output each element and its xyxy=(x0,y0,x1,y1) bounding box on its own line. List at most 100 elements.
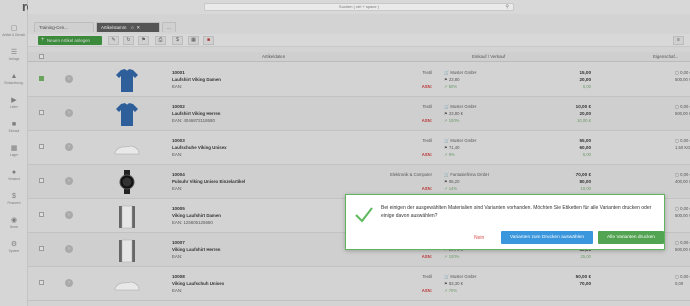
row-checkbox[interactable] xyxy=(39,110,44,115)
header-articles: Artikeldaten xyxy=(262,54,286,59)
table-row[interactable]: › 10008 Viking Laufschuh Unisex EAN: Textil A… xyxy=(28,267,690,301)
row-checkbox[interactable] xyxy=(39,178,44,183)
dialog-message: Bei einigen der ausgewählten Materialien… xyxy=(381,205,652,219)
article-name[interactable]: Viking Laufshirt Herren xyxy=(172,247,220,252)
price-value-2: 80,00 xyxy=(579,179,592,184)
expand-icon[interactable]: › xyxy=(65,211,73,219)
article-name[interactable]: Viking Laufschuh Unisex xyxy=(172,281,224,286)
tag-icon: ⚑ xyxy=(444,77,448,82)
sidebar-item[interactable]: ▶ Liefer xyxy=(2,96,26,114)
sidebar-item[interactable]: ▦ Lager xyxy=(2,144,26,162)
price-value-3: 25,00 xyxy=(580,254,591,259)
sidebar-item[interactable]: ● Versand xyxy=(2,168,26,186)
row-checkbox[interactable] xyxy=(39,212,44,217)
cart-icon: 🛒 xyxy=(444,172,450,177)
margin-value: 100% xyxy=(448,118,460,123)
close-icon[interactable]: ✕ xyxy=(136,25,140,30)
expand-icon[interactable]: › xyxy=(65,143,73,151)
expand-icon[interactable]: › xyxy=(65,245,73,253)
row-checkbox[interactable] xyxy=(39,280,44,285)
article-ean: EAN: xyxy=(172,186,183,191)
header-purchase-sale: Einkauf / Verkauf xyxy=(472,54,506,59)
price-value-2: 70,00 xyxy=(579,281,592,286)
supplier: 🛒 Muster GmbH xyxy=(444,274,476,280)
tab-more[interactable]: ... xyxy=(162,22,176,32)
trend-icon: ↗ xyxy=(444,118,448,123)
new-article-label: Neuen Artikel anlegen xyxy=(47,38,90,43)
article-name[interactable]: Viking Laufshirt Damen xyxy=(172,213,221,218)
expand-icon[interactable]: › xyxy=(65,109,73,117)
tag-icon: ⚑ xyxy=(444,281,448,286)
edit-icon: ✎ xyxy=(111,37,116,43)
sidebar-item[interactable]: $ Finanzen xyxy=(2,192,26,210)
row-checkbox[interactable] xyxy=(39,76,44,81)
new-article-button[interactable]: + Neuen Artikel anlegen xyxy=(38,36,102,45)
article-name[interactable]: Laufshirt Viking Herren xyxy=(172,111,220,116)
article-category: Textil xyxy=(422,70,432,75)
expand-icon[interactable]: › xyxy=(65,279,73,287)
refresh-button[interactable]: ↻ xyxy=(123,36,134,45)
label-button[interactable]: ⚑ xyxy=(138,36,149,45)
star-icon[interactable]: ☆ xyxy=(130,25,134,30)
price-button[interactable]: $ xyxy=(172,36,183,45)
top-bar: Suchen ( ctrl + space ) ⚲ xyxy=(28,0,690,14)
sidebar-item-label: Vorlage xyxy=(8,57,20,61)
trend-icon: ↗ xyxy=(444,84,448,89)
table-row[interactable]: › 10001 Laufshirt Viking Damen EAN: Textil AS… xyxy=(28,63,690,97)
supplier-name: Fantasiefirma GmbH xyxy=(450,172,490,177)
price-value-1: 10,00 € xyxy=(575,104,591,109)
edit-button[interactable]: ✎ xyxy=(108,36,119,45)
select-variants-button[interactable]: Varianten zum Drucken auswählen xyxy=(501,231,593,244)
article-category: Elektronik & Computer xyxy=(390,172,432,177)
margin: ↗ 50% xyxy=(444,84,457,89)
barcode-button[interactable]: ▦ xyxy=(188,36,199,45)
article-number: 10005 xyxy=(172,206,185,211)
dimension-value: 0,00 cm xyxy=(680,138,690,143)
print-button[interactable]: ⎙ xyxy=(155,36,166,45)
margin-value: 70% xyxy=(448,288,458,293)
sidebar-item[interactable]: ⚙ System xyxy=(2,240,26,258)
weight: 500,00 Gr xyxy=(675,77,690,82)
tab-artikelstamm[interactable]: Artikelstamm ☆ ✕ xyxy=(96,22,160,32)
product-image xyxy=(113,134,141,162)
purchase-price: ⚑ 95,20 xyxy=(444,179,459,184)
cart-icon: 🛒 xyxy=(444,70,450,75)
sidebar-item-label: Lager xyxy=(9,153,19,157)
sidebar-item[interactable]: ◉ News xyxy=(2,216,26,234)
weight: 0,00 xyxy=(675,281,684,286)
purchase-price-value: 71,40 xyxy=(448,145,460,150)
trash-icon: ■ xyxy=(206,37,211,43)
product-image xyxy=(113,202,141,230)
variants-dialog: Bei einigen der ausgewählten Materialien… xyxy=(345,194,665,250)
supplier-name: Muster GmbH xyxy=(450,274,477,279)
sidebar-item[interactable]: ☰ Vorlage xyxy=(2,48,26,66)
row-checkbox[interactable] xyxy=(39,144,44,149)
filter-button[interactable]: ≡ xyxy=(673,36,684,45)
select-all-checkbox[interactable] xyxy=(39,54,44,59)
news-icon: ◉ xyxy=(10,217,18,224)
print-all-variants-button[interactable]: Alle Varianten drucken xyxy=(598,231,664,244)
article-name[interactable]: Pulsuhr Viking Unisex Einzelartikel xyxy=(172,179,245,184)
cart-icon: ▲ xyxy=(10,73,18,80)
article-name[interactable]: Laufschuhe Viking Unisex xyxy=(172,145,227,150)
cart-icon: 🛒 xyxy=(444,104,450,109)
delete-button[interactable]: ■ xyxy=(203,36,214,45)
sidebar-item-label: Liefer xyxy=(10,105,18,109)
table-row[interactable]: › 10003 Laufschuhe Viking Unisex EAN: Textil… xyxy=(28,131,690,165)
tab-training-center[interactable]: Training-Cen... xyxy=(34,22,94,32)
article-name[interactable]: Laufshirt Viking Damen xyxy=(172,77,221,82)
article-ean: EAN: 4046872116580 xyxy=(172,118,215,123)
sidebar-item[interactable]: ▢ Artikel & Dienstl. xyxy=(2,24,26,42)
article-number: 10004 xyxy=(172,172,185,177)
tab-label: Artikelstamm xyxy=(101,25,127,30)
expand-icon[interactable]: › xyxy=(65,177,73,185)
search-input[interactable]: Suchen ( ctrl + space ) ⚲ xyxy=(204,3,514,11)
no-button[interactable]: Nein xyxy=(474,235,484,241)
row-checkbox[interactable] xyxy=(39,246,44,251)
margin: ↗ 70% xyxy=(444,288,457,293)
weight: 1,50 KG xyxy=(675,145,690,150)
sidebar-item[interactable]: ▲ Einkaufsvorg. xyxy=(2,72,26,90)
sidebar-item[interactable]: ■ Einkauf xyxy=(2,120,26,138)
table-row[interactable]: › 10002 Laufshirt Viking Herren EAN: 404687… xyxy=(28,97,690,131)
expand-icon[interactable]: › xyxy=(65,75,73,83)
